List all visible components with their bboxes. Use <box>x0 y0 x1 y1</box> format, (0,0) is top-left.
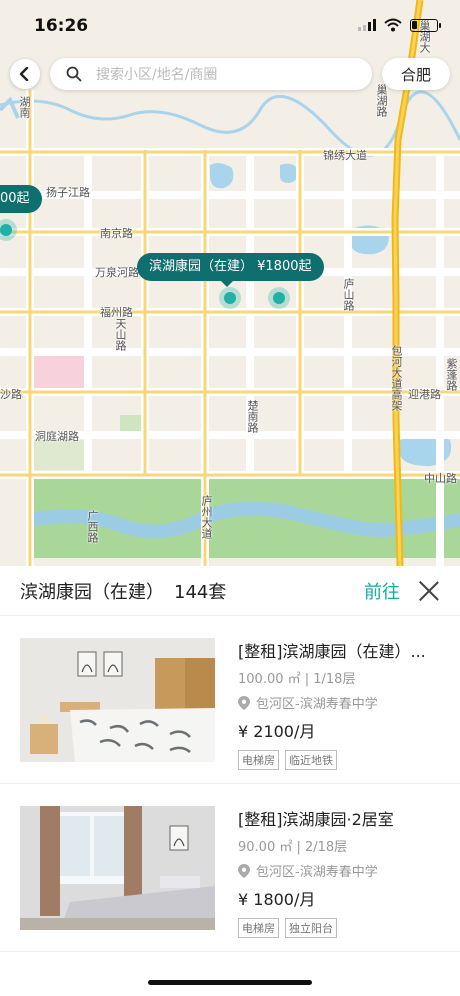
map-label-luzhou: 庐州大道 <box>200 495 213 539</box>
location-pin-icon <box>238 863 250 878</box>
close-icon[interactable] <box>418 580 440 602</box>
map-label-lushan: 庐山路 <box>342 278 355 311</box>
map-label-yangzijiang: 扬子江路 <box>46 186 90 199</box>
search-placeholder: 搜索小区/地名/商圈 <box>96 67 218 83</box>
map-pin[interactable] <box>219 287 241 309</box>
map-label-shaolu: 沙路 <box>0 388 22 401</box>
listing-item[interactable]: [整租]滨湖康园（在建）... 100.00 ㎡ | 1/18层 包河区-滨湖寿… <box>0 616 460 784</box>
listing-tag: 电梯房 <box>238 750 279 770</box>
back-button[interactable] <box>10 59 40 89</box>
wifi-icon <box>384 18 402 32</box>
location-pin-icon <box>238 695 250 710</box>
listing-price: ¥ 2100/月 <box>238 722 316 741</box>
listing-tag: 临近地铁 <box>285 750 337 770</box>
listing-title: [整租]滨湖康园（在建）... <box>238 642 426 661</box>
status-bar: 16:26 <box>0 0 460 52</box>
map-view[interactable]: 锦绣大道 扬子江路 南京路 万泉河路 福州路 天山路 洞庭湖路 楚南路 庐山路 … <box>0 0 460 566</box>
signal-icon <box>358 19 376 31</box>
community-panel: 滨湖康园（在建） 144套 前往 [整租]滨湖康园（在建）... 100.00 … <box>0 566 460 996</box>
map-label-tianshan: 天山路 <box>114 318 127 351</box>
map-label-zhongshan: 中山路 <box>424 472 457 485</box>
listing-photo <box>20 806 215 930</box>
listing-location-text: 包河区-滨湖寿春中学 <box>256 865 378 880</box>
map-label-jishan: 巢湖路 <box>375 84 388 117</box>
map-label-baohe: 包河大道高架 <box>390 345 403 411</box>
listing-price: ¥ 1800/月 <box>238 890 316 909</box>
city-selector-button[interactable]: 合肥 <box>382 58 450 90</box>
listing-meta: 90.00 ㎡ | 2/18层 <box>238 840 348 855</box>
map-price-bubble[interactable]: 00起 <box>0 185 42 213</box>
panel-header: 滨湖康园（在建） 144套 前往 <box>0 566 460 616</box>
listing-count: 144套 <box>174 581 227 603</box>
listing-tag: 独立阳台 <box>285 918 337 938</box>
map-label-yingang: 迎港路 <box>408 388 441 401</box>
map-label-chunan: 楚南路 <box>246 400 259 433</box>
map-label-ziyun: 紫蓬路 <box>445 358 458 391</box>
listing-title: [整租]滨湖康园·2居室 <box>238 810 394 829</box>
panel-title: 滨湖康园（在建） <box>20 581 164 603</box>
listing-tag: 电梯房 <box>238 918 279 938</box>
map-label-guangxi: 广西路 <box>86 510 99 543</box>
map-label-dongtinghu: 洞庭湖路 <box>35 430 79 443</box>
listing-photo <box>20 638 215 762</box>
listing-tags: 电梯房 独立阳台 <box>238 918 443 938</box>
map-label-nanjing: 南京路 <box>100 227 133 240</box>
map-label-wanquanhe: 万泉河路 <box>95 266 139 279</box>
chevron-left-icon <box>19 67 29 81</box>
battery-icon <box>410 18 441 32</box>
listing-location: 包河区-滨湖寿春中学 <box>238 861 443 880</box>
status-time: 16:26 <box>34 16 89 36</box>
go-link[interactable]: 前往 <box>364 578 400 604</box>
map-label-hunan: 湖南 <box>18 96 31 118</box>
status-icons <box>358 18 441 32</box>
listing-meta: 100.00 ㎡ | 1/18层 <box>238 672 356 687</box>
map-pin[interactable] <box>268 287 290 309</box>
map-label-jinxiu: 锦绣大道 <box>323 149 367 162</box>
map-price-bubble-selected[interactable]: 滨湖康园（在建） ¥1800起 <box>137 253 324 287</box>
listing-tags: 电梯房 临近地铁 <box>238 750 443 770</box>
home-indicator[interactable] <box>148 980 312 985</box>
search-input[interactable]: 搜索小区/地名/商圈 <box>50 58 372 90</box>
listing-location-text: 包河区-滨湖寿春中学 <box>256 697 378 712</box>
search-icon <box>66 66 82 82</box>
listing-location: 包河区-滨湖寿春中学 <box>238 693 443 712</box>
listing-item[interactable]: [整租]滨湖康园·2居室 90.00 ㎡ | 2/18层 包河区-滨湖寿春中学 … <box>0 784 460 952</box>
